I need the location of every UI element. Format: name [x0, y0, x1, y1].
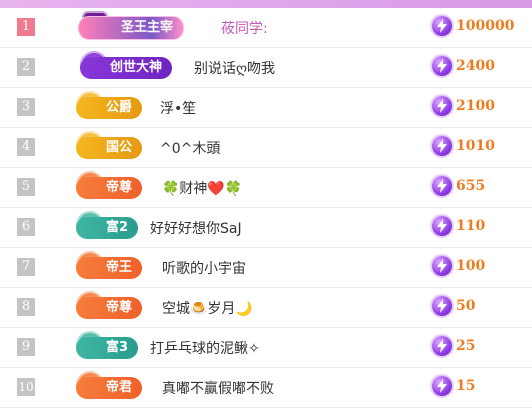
- lightning-coin-icon: [432, 96, 452, 116]
- lightning-coin-icon: [432, 136, 452, 156]
- list-item[interactable]: 8 ❂ 帝尊 空城🍮岁月🌙 50: [0, 288, 532, 328]
- score-value: 2400: [456, 58, 495, 74]
- user-name[interactable]: 浮•笙: [160, 98, 196, 118]
- user-name[interactable]: 🍀财神❤️🍀: [162, 178, 242, 198]
- level-badge: ❂ 帝尊: [76, 171, 143, 201]
- list-item[interactable]: 6 ▲ 富2 好好好想你SaJ 110: [0, 208, 532, 248]
- rank-number: 3: [17, 98, 35, 116]
- score-value: 15: [456, 378, 476, 394]
- lightning-coin-icon: [432, 16, 452, 36]
- level-badge: ◆ 公爵: [76, 91, 143, 121]
- level-badge: ❂ 帝君: [76, 371, 143, 401]
- level-badge-label: 帝王: [76, 256, 143, 279]
- score-value: 1010: [456, 138, 495, 154]
- leaderboard-list: 1 ♛ 圣王主宰 莜同学: 100000 2 ⌄ 创世大神 别说话ღ吻我 240…: [0, 8, 532, 408]
- score-value: 2100: [456, 98, 495, 114]
- rank-number: 7: [17, 258, 35, 276]
- user-name[interactable]: 好好好想你SaJ: [150, 218, 242, 238]
- user-name[interactable]: 空城🍮岁月🌙: [162, 298, 253, 318]
- level-badge-label: 创世大神: [80, 56, 173, 79]
- level-badge: ◆ 国公: [76, 131, 143, 161]
- list-item[interactable]: 10 ❂ 帝君 真嘟不赢假嘟不败 15: [0, 368, 532, 408]
- list-item[interactable]: 3 ◆ 公爵 浮•笙 2100: [0, 88, 532, 128]
- lightning-coin-icon: [432, 56, 452, 76]
- user-name[interactable]: 莜同学:: [221, 18, 268, 38]
- top-accent-bar: [0, 0, 532, 8]
- rank-number: 2: [17, 58, 35, 76]
- lightning-coin-icon: [432, 256, 452, 276]
- score-value: 100000: [456, 18, 515, 34]
- lightning-coin-icon: [432, 216, 452, 236]
- level-badge: ❂ 帝尊: [76, 291, 143, 321]
- list-item[interactable]: 9 ▲ 富3 打乒乓球的泥鳅✧ 25: [0, 328, 532, 368]
- user-name[interactable]: 别说话ღ吻我: [194, 58, 275, 78]
- lightning-coin-icon: [432, 336, 452, 356]
- rank-number: 10: [17, 378, 35, 396]
- rank-number: 6: [17, 218, 35, 236]
- user-name[interactable]: 打乒乓球的泥鳅✧: [150, 338, 260, 358]
- level-badge: ❂ 帝王: [76, 251, 143, 281]
- score-value: 110: [456, 218, 486, 234]
- list-item[interactable]: 7 ❂ 帝王 听歌的小宇宙 100: [0, 248, 532, 288]
- list-item[interactable]: 4 ◆ 国公 ^0^木頭 1010: [0, 128, 532, 168]
- list-item[interactable]: 5 ❂ 帝尊 🍀财神❤️🍀 655: [0, 168, 532, 208]
- list-item[interactable]: 1 ♛ 圣王主宰 莜同学: 100000: [0, 8, 532, 48]
- score-value: 50: [456, 298, 476, 314]
- user-name[interactable]: 真嘟不赢假嘟不败: [162, 378, 274, 398]
- level-badge: ⌄ 创世大神: [80, 51, 173, 81]
- score-value: 655: [456, 178, 486, 194]
- rank-number: 9: [17, 338, 35, 356]
- level-badge: ▲ 富2: [76, 211, 139, 241]
- rank-number: 4: [17, 138, 35, 156]
- lightning-coin-icon: [432, 296, 452, 316]
- level-badge: ▲ 富3: [76, 331, 139, 361]
- score-value: 100: [456, 258, 486, 274]
- level-badge-label: 富3: [76, 336, 139, 359]
- level-badge-label: 帝尊: [76, 296, 143, 319]
- lightning-coin-icon: [432, 176, 452, 196]
- rank-number: 8: [17, 298, 35, 316]
- user-name[interactable]: 听歌的小宇宙: [162, 258, 246, 278]
- list-item[interactable]: 2 ⌄ 创世大神 别说话ღ吻我 2400: [0, 48, 532, 88]
- level-badge-label: 富2: [76, 216, 139, 239]
- user-name[interactable]: ^0^木頭: [160, 138, 220, 158]
- level-badge-label: 国公: [76, 136, 143, 159]
- lightning-coin-icon: [432, 376, 452, 396]
- rank-number: 1: [17, 18, 35, 36]
- level-badge-label: 帝君: [76, 376, 143, 399]
- level-badge-label: 公爵: [76, 96, 143, 119]
- score-value: 25: [456, 338, 476, 354]
- level-badge-label: 圣王主宰: [78, 15, 185, 40]
- level-badge-label: 帝尊: [76, 176, 143, 199]
- level-badge: ♛ 圣王主宰: [78, 11, 185, 41]
- rank-number: 5: [17, 178, 35, 196]
